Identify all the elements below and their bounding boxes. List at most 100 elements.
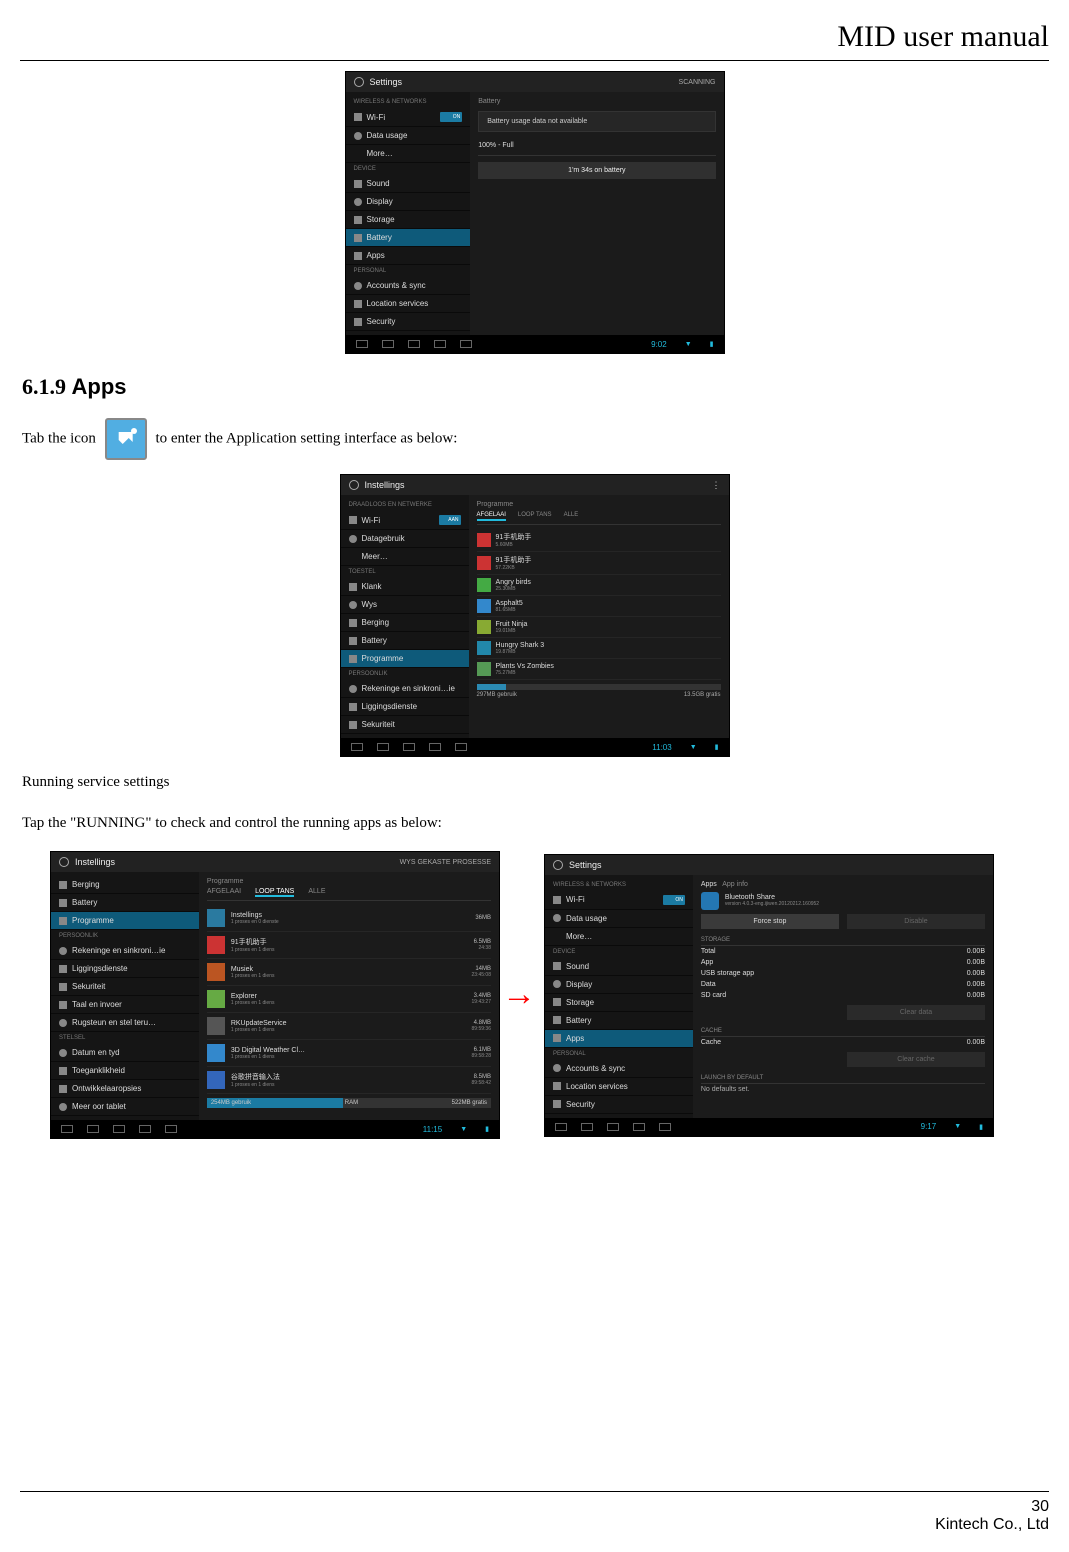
section-heading: 6.1.9 Apps xyxy=(22,374,1049,400)
sidebar-security[interactable]: Security xyxy=(346,313,471,331)
sidebar-display[interactable]: Display xyxy=(346,193,471,211)
home-icon[interactable] xyxy=(377,743,389,751)
sidebar-battery[interactable]: Battery xyxy=(341,632,469,650)
gear-icon xyxy=(349,480,359,490)
data-icon xyxy=(354,132,362,140)
bluetooth-icon xyxy=(701,892,719,910)
home-icon[interactable] xyxy=(382,340,394,348)
ram-bar: 254MB gebruikRAM522MB gratis xyxy=(207,1098,491,1108)
app-item[interactable]: 91手机助手5.60MB xyxy=(477,529,721,552)
sidebar-berging[interactable]: Berging xyxy=(341,614,469,632)
force-stop-button[interactable]: Force stop xyxy=(701,914,839,929)
battery-icon xyxy=(354,234,362,242)
tab-running[interactable]: LOOP TANS xyxy=(518,512,552,521)
sidebar-rek[interactable]: Rekeninge en sinkroni…ie xyxy=(341,680,469,698)
sidebar-more[interactable]: Meer… xyxy=(341,548,469,566)
battery-status-icon: ▮ xyxy=(710,340,714,348)
paragraph-3: Tap the "RUNNING" to check and control t… xyxy=(22,810,1049,837)
proc-item[interactable]: Instellings1 proses en 0 dienste36MB xyxy=(207,905,491,932)
sidebar-wys[interactable]: Wys xyxy=(341,596,469,614)
sidebar-berging[interactable]: Berging xyxy=(51,876,199,894)
proc-item[interactable]: Musiek1 proses en 1 diens14MB23:45:08 xyxy=(207,959,491,986)
tab-downloaded[interactable]: AFGELAAI xyxy=(207,888,241,897)
lock-icon xyxy=(354,318,362,326)
sidebar-programme[interactable]: Programme xyxy=(51,912,199,930)
shot2-title: Instellings xyxy=(365,480,405,490)
sidebar-location[interactable]: Location services xyxy=(346,295,471,313)
sidebar-battery[interactable]: Battery xyxy=(346,229,471,247)
sidebar-sound[interactable]: Sound xyxy=(346,175,471,193)
breadcrumb: Apps App info xyxy=(701,881,985,888)
on-battery-bar: 1'm 34s on battery xyxy=(478,162,715,179)
storage-icon xyxy=(354,216,362,224)
cat-wireless: WIRELESS & NETWORKS xyxy=(346,96,471,108)
recent-icon[interactable] xyxy=(408,340,420,348)
screenshot-apps-list: Instellings ⋮ DRAADLOOS EN NETWERKE Wi-F… xyxy=(340,474,730,757)
sidebar-battery[interactable]: Battery xyxy=(51,894,199,912)
wifi-icon xyxy=(354,113,362,121)
clear-data-button[interactable]: Clear data xyxy=(847,1005,985,1020)
app-item[interactable]: Angry birds25.30MB xyxy=(477,575,721,596)
sidebar-programme[interactable]: Programme xyxy=(341,650,469,668)
app-item[interactable]: 91手机助手57.22KB xyxy=(477,552,721,575)
vol-down-icon[interactable] xyxy=(434,340,446,348)
proc-item[interactable]: 谷歌拼音输入法1 proses en 1 diens8.5MB89:58:42 xyxy=(207,1067,491,1094)
sidebar-more[interactable]: More… xyxy=(346,145,471,163)
storage-bar xyxy=(477,684,721,690)
vol-up-icon[interactable] xyxy=(455,743,467,751)
vol-down-icon[interactable] xyxy=(429,743,441,751)
paragraph-2: Running service settings xyxy=(22,769,1049,796)
sidebar-lig[interactable]: Liggingsdienste xyxy=(341,698,469,716)
app-item[interactable]: Asphalt581.65MB xyxy=(477,596,721,617)
proc-item[interactable]: RKUpdateService1 proses en 1 diens4.8MB8… xyxy=(207,1013,491,1040)
paragraph-1: Tab the icon to enter the Application se… xyxy=(22,418,1049,460)
sidebar-wifi[interactable]: Wi-FiON xyxy=(346,108,471,127)
sidebar-storage[interactable]: Storage xyxy=(346,211,471,229)
sidebar-wifi[interactable]: Wi-FiAAN xyxy=(341,511,469,530)
apps-icon xyxy=(354,252,362,260)
sidebar-data-usage[interactable]: Data usage xyxy=(346,127,471,145)
proc-item[interactable]: 91手机助手1 proses en 1 diens6.5MB24:38 xyxy=(207,932,491,959)
proc-item[interactable]: Explorer1 proses en 1 diens3.4MB19:43:27 xyxy=(207,986,491,1013)
battery-full: 100% - Full xyxy=(478,136,715,156)
recent-icon[interactable] xyxy=(403,743,415,751)
disable-button[interactable]: Disable xyxy=(847,914,985,929)
screenshot-running: Instellings WYS GEKASTE PROSESSE Berging… xyxy=(50,851,500,1139)
app-icon-inline xyxy=(105,418,147,460)
back-icon[interactable] xyxy=(356,340,368,348)
sound-icon xyxy=(354,180,362,188)
location-icon xyxy=(354,300,362,308)
display-icon xyxy=(354,198,362,206)
tab-all[interactable]: ALLE xyxy=(308,888,325,897)
clock: 9:02 xyxy=(651,340,667,349)
wifi-status-icon: ▼ xyxy=(685,341,692,348)
gear-icon xyxy=(553,860,563,870)
vol-up-icon[interactable] xyxy=(460,340,472,348)
cat-personal: PERSONAL xyxy=(346,265,471,277)
tab-running[interactable]: LOOP TANS xyxy=(255,888,294,897)
scan-label: SCANNING xyxy=(679,79,716,86)
app-item[interactable]: Hungry Shark 319.87MB xyxy=(477,638,721,659)
app-item[interactable]: Plants Vs Zombies75.27MB xyxy=(477,659,721,680)
battery-warning: Battery usage data not available xyxy=(478,111,715,132)
app-item[interactable]: Fruit Ninja19.01MB xyxy=(477,617,721,638)
tab-all[interactable]: ALLE xyxy=(564,512,579,521)
back-icon[interactable] xyxy=(351,743,363,751)
sidebar-data[interactable]: Datagebruik xyxy=(341,530,469,548)
wifi-toggle[interactable]: ON xyxy=(440,112,462,122)
red-arrow-icon xyxy=(502,976,536,1014)
sidebar-sek[interactable]: Sekuriteit xyxy=(341,716,469,734)
gear-icon xyxy=(59,857,69,867)
clear-cache-button[interactable]: Clear cache xyxy=(847,1052,985,1067)
tab-downloaded[interactable]: AFGELAAI xyxy=(477,512,506,521)
page-number: 30 xyxy=(935,1498,1049,1516)
cat-device: DEVICE xyxy=(346,163,471,175)
screenshot-app-info: Settings WIRELESS & NETWORKS Wi-FiON Dat… xyxy=(544,854,994,1137)
content-title: Battery xyxy=(478,98,715,105)
proc-item[interactable]: 3D Digital Weather Cl…1 proses en 1 dien… xyxy=(207,1040,491,1067)
sidebar-accounts[interactable]: Accounts & sync xyxy=(346,277,471,295)
sidebar-klank[interactable]: Klank xyxy=(341,578,469,596)
company-name: Kintech Co., Ltd xyxy=(935,1516,1049,1533)
screenshot-battery-settings: Settings SCANNING WIRELESS & NETWORKS Wi… xyxy=(345,71,725,354)
sidebar-apps[interactable]: Apps xyxy=(346,247,471,265)
